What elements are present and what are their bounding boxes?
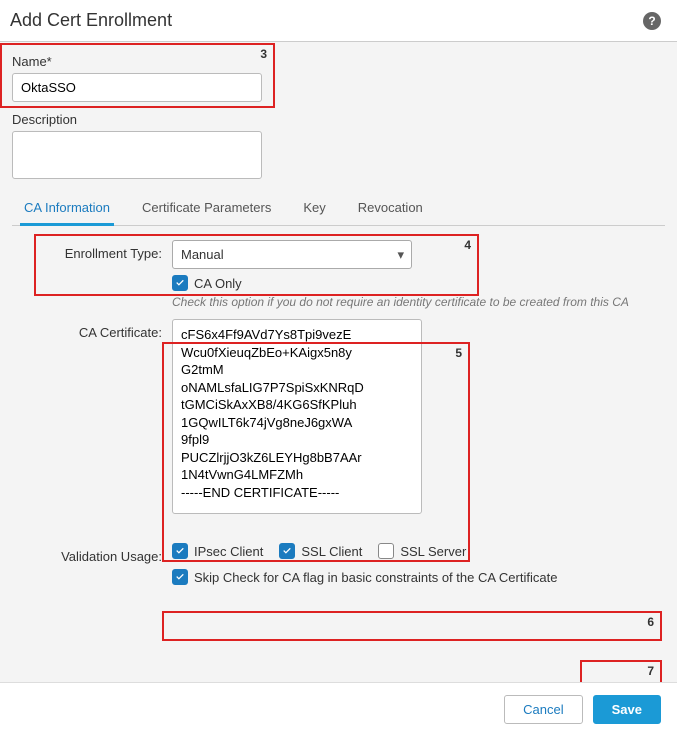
skip-check-checkbox[interactable] <box>172 569 188 585</box>
enrollment-type-value: Manual <box>172 240 412 269</box>
check-icon <box>174 545 186 557</box>
ssl-server-label: SSL Server <box>400 544 466 559</box>
tab-revocation[interactable]: Revocation <box>354 192 427 225</box>
check-icon <box>174 277 186 289</box>
help-icon[interactable]: ? <box>643 12 661 30</box>
ipsec-client-label: IPsec Client <box>194 544 263 559</box>
ca-certificate-textarea[interactable] <box>172 319 422 514</box>
validation-usage-row: Validation Usage: IPsec Client SSL Clien… <box>42 543 665 585</box>
description-field-row: Description <box>12 112 665 182</box>
tab-certificate-parameters[interactable]: Certificate Parameters <box>138 192 275 225</box>
skip-check-label: Skip Check for CA flag in basic constrai… <box>194 570 557 585</box>
ca-certificate-label: CA Certificate: <box>42 319 172 340</box>
enrollment-type-select[interactable]: Manual ▾ <box>172 240 412 269</box>
ca-only-checkbox[interactable] <box>172 275 188 291</box>
tabs: CA Information Certificate Parameters Ke… <box>12 192 665 226</box>
tab-ca-information[interactable]: CA Information <box>20 192 114 226</box>
annotation-7: 7 <box>580 660 662 682</box>
description-label: Description <box>12 112 665 127</box>
validation-usage-label: Validation Usage: <box>42 543 172 564</box>
description-input[interactable] <box>12 131 262 179</box>
name-label: Name* <box>12 54 665 69</box>
annotation-6: 6 <box>162 611 662 641</box>
dialog-body: Name* Description CA Information Certifi… <box>0 42 677 682</box>
ssl-client-checkbox[interactable] <box>279 543 295 559</box>
check-icon <box>281 545 293 557</box>
ipsec-client-checkbox[interactable] <box>172 543 188 559</box>
dialog-footer: Cancel Save <box>0 682 677 736</box>
name-field-row: Name* <box>12 54 665 102</box>
dialog-header: Add Cert Enrollment ? <box>0 0 677 42</box>
save-button[interactable]: Save <box>593 695 661 724</box>
tab-key[interactable]: Key <box>299 192 329 225</box>
check-icon <box>174 571 186 583</box>
enrollment-type-row: Enrollment Type: Manual ▾ CA Only Check … <box>42 240 665 309</box>
ca-only-label: CA Only <box>194 276 242 291</box>
ssl-server-checkbox[interactable] <box>378 543 394 559</box>
enrollment-type-label: Enrollment Type: <box>42 240 172 261</box>
dialog-title: Add Cert Enrollment <box>10 10 172 31</box>
ca-info-section: Enrollment Type: Manual ▾ CA Only Check … <box>12 240 665 585</box>
name-input[interactable] <box>12 73 262 102</box>
ssl-client-label: SSL Client <box>301 544 362 559</box>
cancel-button[interactable]: Cancel <box>504 695 582 724</box>
ca-only-hint: Check this option if you do not require … <box>172 295 665 309</box>
ca-only-row: CA Only <box>172 275 665 291</box>
ca-certificate-row: CA Certificate: <box>42 319 665 517</box>
